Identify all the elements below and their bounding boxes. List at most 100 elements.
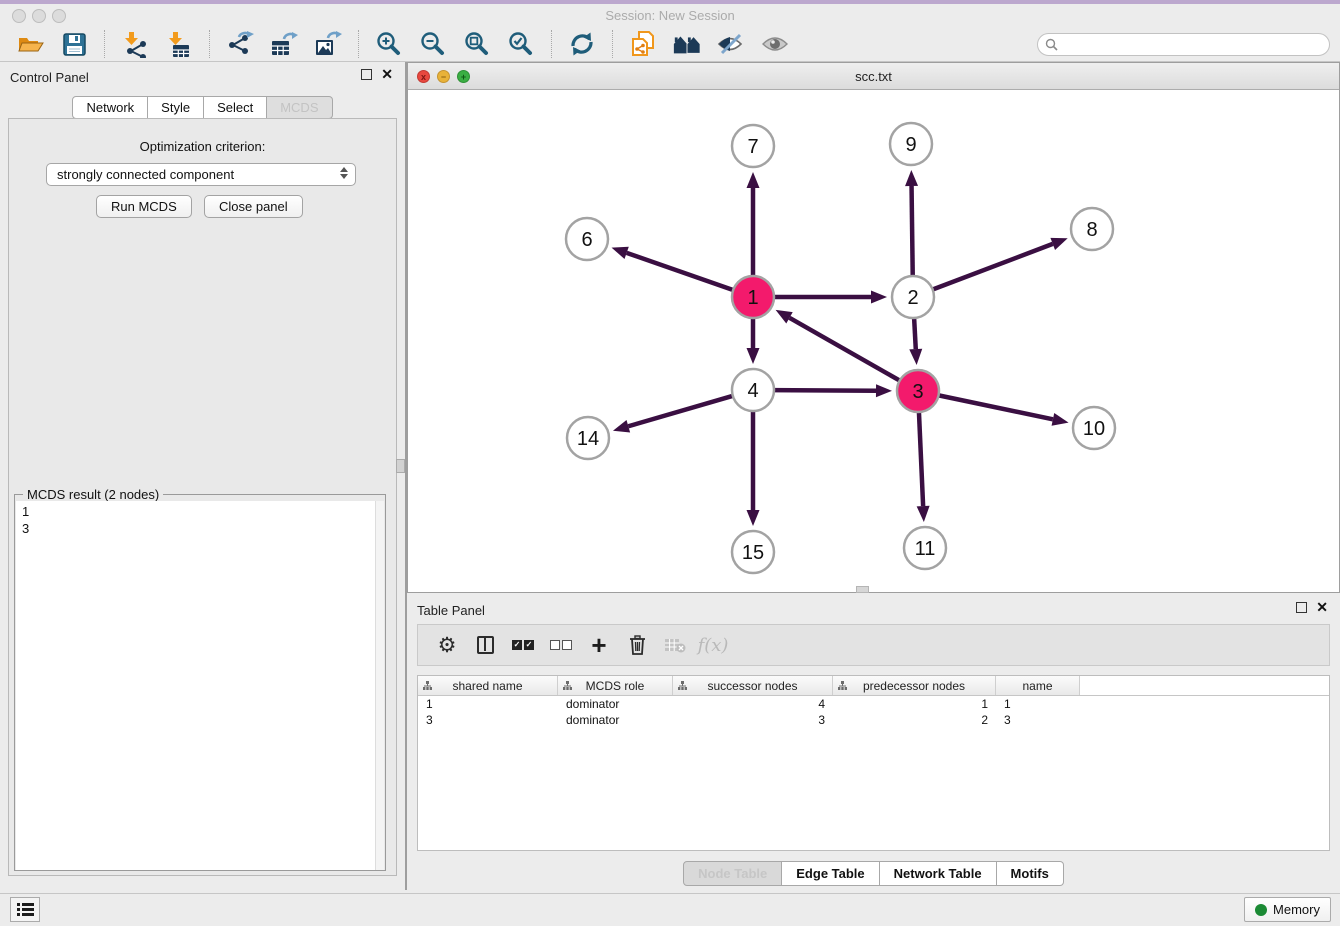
- show-columns-icon[interactable]: [471, 631, 499, 659]
- table-cell[interactable]: 1: [833, 696, 996, 712]
- tab-edge-table[interactable]: Edge Table: [782, 861, 879, 886]
- memory-button[interactable]: Memory: [1244, 897, 1331, 922]
- graph-edge-2-3[interactable]: [914, 317, 916, 349]
- show-all-icon[interactable]: [760, 29, 790, 59]
- search-input[interactable]: [1063, 38, 1313, 52]
- search-field[interactable]: [1037, 33, 1330, 56]
- float-panel-icon[interactable]: [361, 69, 372, 80]
- vertical-splitter-handle[interactable]: [396, 459, 405, 473]
- column-header-name[interactable]: name: [996, 676, 1080, 695]
- graph-node-label: 7: [747, 136, 758, 158]
- graph-edge-arrowhead: [747, 172, 760, 188]
- zoom-in-icon[interactable]: [374, 29, 404, 59]
- import-network-icon[interactable]: [120, 29, 150, 59]
- criterion-dropdown[interactable]: strongly connected component: [46, 163, 356, 186]
- save-session-icon[interactable]: [59, 29, 89, 59]
- graph-edge-4-3[interactable]: [773, 390, 876, 391]
- network-view-window: x − + scc.txt 7968124314101511: [407, 62, 1340, 593]
- tab-select[interactable]: Select: [204, 96, 267, 119]
- open-file-icon[interactable]: [15, 29, 45, 59]
- table-row[interactable]: 3dominator323: [418, 712, 1329, 728]
- graph-edge-4-14[interactable]: [628, 396, 733, 427]
- zoom-selected-icon[interactable]: [506, 29, 536, 59]
- close-table-panel-icon[interactable]: ✕: [1316, 602, 1328, 613]
- tab-mcds[interactable]: MCDS: [267, 96, 332, 119]
- deselect-all-columns-icon[interactable]: [547, 631, 575, 659]
- delete-column-icon[interactable]: [623, 631, 651, 659]
- column-header-shared-name[interactable]: shared name: [418, 676, 558, 695]
- column-header-label: predecessor nodes: [863, 679, 965, 693]
- control-panel-tabs: NetworkStyleSelectMCDS: [0, 96, 405, 119]
- clone-network-icon[interactable]: [628, 29, 658, 59]
- graph-edge-arrowhead: [747, 510, 760, 526]
- graph-edge-2-8[interactable]: [932, 244, 1053, 290]
- run-mcds-button[interactable]: Run MCDS: [96, 195, 192, 218]
- graph-node-label: 8: [1086, 219, 1097, 241]
- add-column-icon[interactable]: +: [585, 631, 613, 659]
- graph-edge-1-6[interactable]: [627, 253, 734, 291]
- graph-edge-3-1[interactable]: [789, 318, 900, 381]
- table-cell[interactable]: dominator: [558, 696, 673, 712]
- zoom-window-button[interactable]: [52, 9, 66, 23]
- optimization-criterion-label: Optimization criterion:: [9, 139, 396, 154]
- network-minimize-button[interactable]: −: [437, 70, 450, 83]
- export-network-icon[interactable]: [225, 29, 255, 59]
- graph-edge-3-11[interactable]: [919, 411, 923, 506]
- table-cell[interactable]: dominator: [558, 712, 673, 728]
- import-table-icon[interactable]: [164, 29, 194, 59]
- column-header-label: name: [1022, 679, 1052, 693]
- table-cell[interactable]: 1: [418, 696, 558, 712]
- mcds-result-scrollbar[interactable]: [375, 501, 384, 870]
- column-header-successor-nodes[interactable]: successor nodes: [673, 676, 833, 695]
- node-table[interactable]: shared nameMCDS rolesuccessor nodes prede…: [417, 675, 1330, 851]
- zoom-out-icon[interactable]: [418, 29, 448, 59]
- tab-network[interactable]: Network: [72, 96, 148, 119]
- table-cell[interactable]: 3: [418, 712, 558, 728]
- export-image-icon[interactable]: [313, 29, 343, 59]
- first-neighbors-icon[interactable]: [672, 29, 702, 59]
- export-table-icon[interactable]: [269, 29, 299, 59]
- mcds-result-text[interactable]: 1 3: [16, 501, 376, 870]
- table-panel: Table Panel ✕ ⚙ ✓✓ + f(x) shared nameMCD…: [407, 595, 1340, 890]
- column-header-predecessor-nodes[interactable]: predecessor nodes: [833, 676, 996, 695]
- graph-node-label: 9: [905, 134, 916, 156]
- refresh-layout-icon[interactable]: [567, 29, 597, 59]
- graph-edge-arrowhead: [1050, 238, 1067, 250]
- table-cell[interactable]: 2: [833, 712, 996, 728]
- graph-node-label: 14: [577, 428, 599, 450]
- table-cell[interactable]: 4: [673, 696, 833, 712]
- table-cell[interactable]: 3: [996, 712, 1080, 728]
- tab-network-table[interactable]: Network Table: [880, 861, 997, 886]
- status-bar: Memory: [0, 893, 1340, 926]
- network-window-titlebar[interactable]: x − + scc.txt: [408, 63, 1339, 90]
- tab-style[interactable]: Style: [148, 96, 204, 119]
- toolbar-separator: [358, 30, 359, 58]
- network-close-button[interactable]: x: [417, 70, 430, 83]
- network-maximize-button[interactable]: +: [457, 70, 470, 83]
- tab-motifs[interactable]: Motifs: [997, 861, 1064, 886]
- close-window-button[interactable]: [12, 9, 26, 23]
- table-cell[interactable]: 1: [996, 696, 1080, 712]
- column-header-mcds-role[interactable]: MCDS role: [558, 676, 673, 695]
- table-row[interactable]: 1dominator411: [418, 696, 1329, 712]
- toolbar-separator: [612, 30, 613, 58]
- minimize-window-button[interactable]: [32, 9, 46, 23]
- table-cell[interactable]: 3: [673, 712, 833, 728]
- table-settings-icon[interactable]: ⚙: [433, 631, 461, 659]
- network-canvas[interactable]: 7968124314101511: [408, 90, 1339, 592]
- graph-edge-2-9[interactable]: [912, 186, 913, 277]
- float-table-panel-icon[interactable]: [1296, 602, 1307, 613]
- graph-edge-arrowhead: [613, 420, 630, 432]
- task-history-button[interactable]: [10, 897, 40, 922]
- memory-status-icon: [1255, 904, 1267, 916]
- mcds-panel: Optimization criterion: strongly connect…: [8, 118, 397, 876]
- function-builder-icon: f(x): [699, 631, 727, 659]
- close-panel-button[interactable]: Close panel: [204, 195, 303, 218]
- graph-edge-3-10[interactable]: [938, 395, 1053, 419]
- close-panel-icon[interactable]: ✕: [381, 69, 393, 80]
- tab-node-table[interactable]: Node Table: [683, 861, 782, 886]
- horizontal-splitter-handle[interactable]: [856, 586, 869, 593]
- zoom-fit-icon[interactable]: [462, 29, 492, 59]
- hide-selected-icon[interactable]: [716, 29, 746, 59]
- select-all-columns-icon[interactable]: ✓✓: [509, 631, 537, 659]
